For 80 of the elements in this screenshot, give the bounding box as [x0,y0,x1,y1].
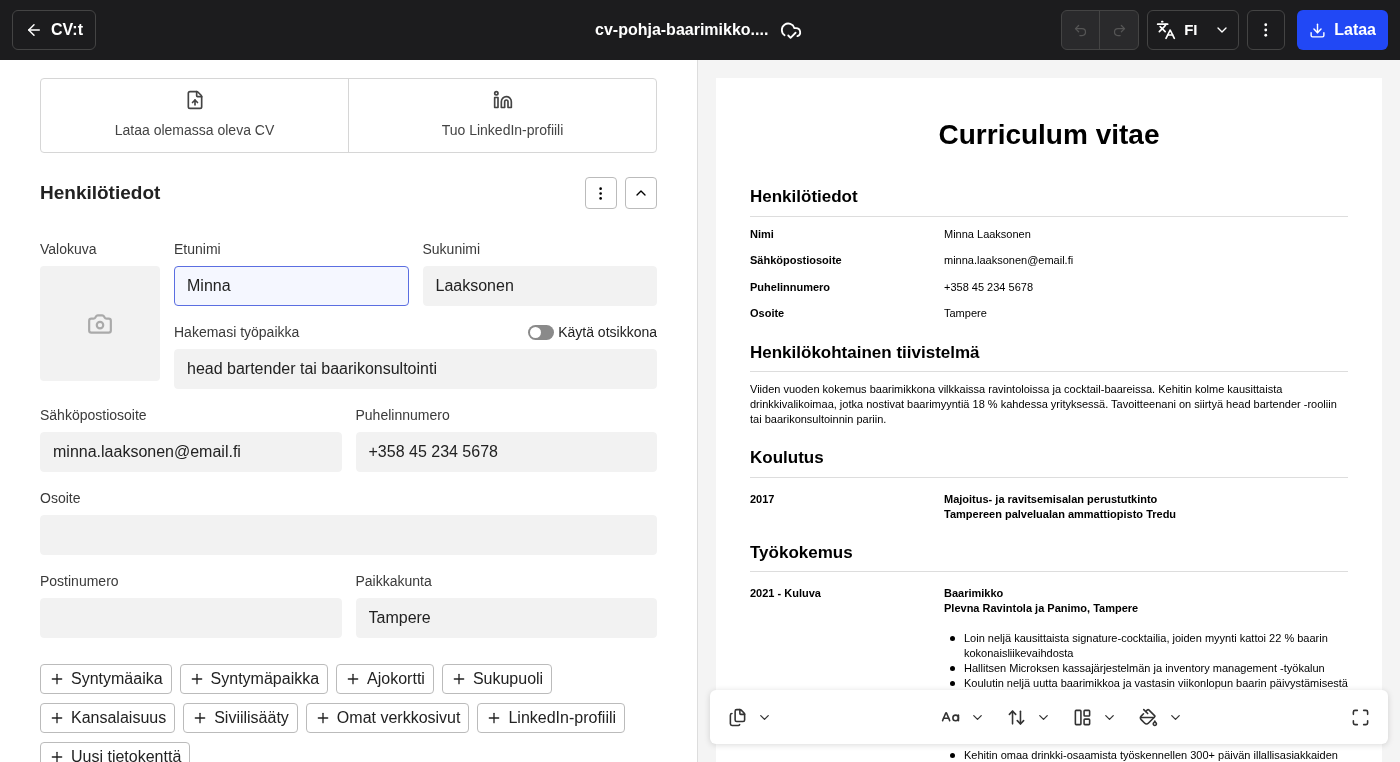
plus-icon [49,671,65,687]
import-option[interactable]: Tuo LinkedIn-profiili [348,79,656,152]
download-icon [1309,21,1327,39]
add-field-button[interactable]: Kansalaisuus [40,703,176,733]
cv-value: +358 45 234 5678 [944,279,1033,295]
input-field[interactable]: Laaksonen [422,266,657,306]
plus-icon [49,749,65,762]
cv-entry-place: Tampereen palvelualan ammattiopisto Tredu [944,506,1177,522]
cv-heading: Koulutus [750,445,1348,478]
field-label: Osoite [40,489,82,508]
linkedin-icon [492,90,513,110]
cv-title: Curriculum vitae [937,118,1161,152]
fullscreen-icon [1351,707,1370,727]
download-button[interactable]: Lataa [1297,10,1388,50]
section-menu-button[interactable] [585,177,617,209]
import-option[interactable]: Lataa olemassa oleva CV [41,79,348,152]
add-field-button[interactable]: Syntymäpaikka [179,664,329,694]
redo-icon [1111,22,1127,38]
translate-icon [1156,20,1177,40]
cv-value: minna.laaksonen@email.fi [944,253,1074,268]
paint-bucket-menu[interactable] [1138,707,1183,727]
cv-entry-title: Baarimikko [944,586,1005,601]
add-field-button[interactable]: Uusi tietokenttä [40,742,191,762]
more-icon [1264,23,1268,37]
collapse-button[interactable] [625,177,657,209]
undo-icon [1073,22,1089,38]
cv-label: Nimi [750,226,775,242]
back-button[interactable]: CV:t [12,10,96,50]
field-label: Postinumero [40,572,120,591]
add-field-button[interactable]: Ajokortti [336,664,434,694]
cv-heading: Henkilökohtainen tiivistelmä [750,339,1348,372]
add-field-button[interactable]: Omat verkkosivut [305,703,470,733]
bullet-text: Hallitsen Microksen kassajärjestelmän ja inventory management -työkalun [964,661,1325,676]
input-field[interactable]: minna.laaksonen@email.fi [40,432,342,472]
bullet-text: Koulutin neljä uutta baarimikkoa ja vastasin viikonlopun baarin päivystämisestä [964,676,1348,691]
field-label: Hakemasi työpaikka [174,323,300,342]
cv-value: Tampere [944,306,987,321]
more-button[interactable] [1247,10,1286,50]
copy-pages-icon [728,707,747,727]
cv-label: Osoite [750,306,786,321]
toggle-switch[interactable] [528,325,555,340]
cv-heading: Työkokemus [750,539,1348,572]
input-field[interactable]: +358 45 234 5678 [355,432,657,472]
paint-bucket-icon [1138,707,1158,727]
line-spacing-menu[interactable] [1006,707,1051,727]
cv-label: Puhelinnumero [750,279,832,295]
field-label: Paikkakunta [355,572,433,591]
field-label: Etunimi [174,240,222,259]
cv-value: Minna Laaksonen [944,226,1031,242]
input-field[interactable]: head bartender tai baarikonsultointi [174,349,657,389]
copy-pages-menu[interactable] [728,707,772,727]
cv-entry-place: Plevna Ravintola ja Panimo, Tampere [944,601,1140,616]
add-field-button[interactable]: Siviilisääty [183,703,298,733]
summary-text: Viiden vuoden kokemus baarimikkona vilkkaissa ravintoloissa ja cocktail-baareissa. Kehitin kolme kausittaista drinkkivalikoimaa, jotka nostivat baarimyyntiä 18 % kahdessa yrityksessä. Tavoitteenani on siirtyä head bartender -rooliin tai baarikonsultoinnin pariin. [750,382,1338,427]
field-label: Puhelinnumero [355,406,451,425]
bullet-text: Kehitin omaa drinkki-osaamista työskennellen 300+ päivän illallisasiakkaiden [964,748,1338,762]
field-label: Sähköpostiosoite [40,406,148,425]
add-field-button[interactable]: Syntymäaika [40,664,172,694]
input-field[interactable]: Tampere [355,598,657,638]
field-label: Valokuva [40,240,98,259]
add-field-button[interactable]: LinkedIn-profiili [477,703,626,733]
add-field-button[interactable]: Sukupuoli [441,664,553,694]
bullet-text: Loin neljä kausittaista signature-cocktailia, joiden myynti kattoi 22 % baarin kokonaisliikevaihdosta [964,631,1329,661]
toggle-label: Käytä otsikkona [558,323,657,342]
plus-icon [49,710,65,726]
section-title: Henkilötiedot [40,180,161,205]
file-name: cv-pohja-baarimikko.... [595,20,769,40]
cv-entry-title: Majoitus- ja ravitsemisalan perustutkinto [944,491,1159,507]
field-label: Sukunimi [422,240,482,259]
line-spacing-icon [1006,707,1026,727]
language-select[interactable]: FI [1147,10,1240,50]
cv-label: Sähköpostiosoite [750,253,843,268]
more-icon [599,186,603,200]
cv-date: 2021 - Kuluva [750,586,822,601]
layout-menu[interactable] [1072,707,1117,727]
cv-heading: Henkilötiedot [750,184,1348,217]
layout-icon [1072,707,1092,727]
cv-date: 2017 [750,491,776,507]
input-field[interactable]: Minna [174,266,409,306]
fullscreen-button[interactable] [1351,707,1370,727]
